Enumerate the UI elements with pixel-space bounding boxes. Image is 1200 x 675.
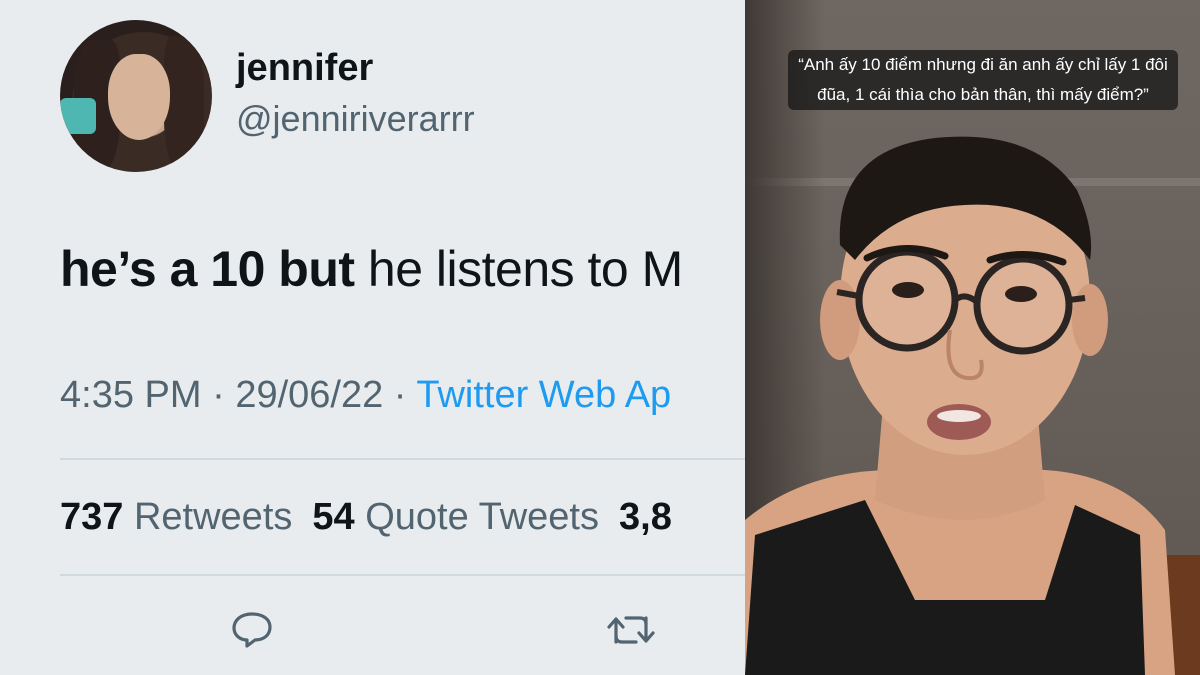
divider <box>60 458 745 460</box>
retweets-count: 737 <box>60 496 124 538</box>
display-name[interactable]: jennifer <box>236 47 373 90</box>
divider <box>60 574 745 576</box>
tweet-stats: 737 Retweets 54 Quote Tweets 3,8 <box>60 496 672 539</box>
retweets-label: Retweets <box>133 496 293 538</box>
meta-separator-2: · <box>383 374 417 416</box>
tweet-card: jennifer @jenniriverarrr he’s a 10 but h… <box>0 0 745 675</box>
tweet-time[interactable]: 4:35 PM <box>60 374 202 416</box>
tweet-meta: 4:35 PM · 29/06/22 · Twitter Web Ap <box>60 374 671 417</box>
avatar[interactable] <box>60 20 212 172</box>
quotes-stat[interactable]: 54 Quote Tweets <box>312 496 599 538</box>
tweet-text-rest: he listens to M <box>354 241 683 297</box>
quotes-count: 54 <box>312 496 355 538</box>
quotes-label: Quote Tweets <box>365 496 599 538</box>
tweet-date[interactable]: 29/06/22 <box>235 374 383 416</box>
retweets-stat[interactable]: 737 Retweets <box>60 496 292 538</box>
retweet-icon[interactable] <box>606 606 655 654</box>
likes-count[interactable]: 3,8 <box>619 496 672 538</box>
video-caption: “Anh ấy 10 điểm nhưng đi ăn anh ấy chỉ l… <box>788 50 1178 110</box>
video-frame: “Anh ấy 10 điểm nhưng đi ăn anh ấy chỉ l… <box>745 0 1200 675</box>
tweet-text-bold: he’s a 10 but <box>60 241 355 297</box>
meta-separator: · <box>201 374 236 416</box>
reply-icon[interactable] <box>228 606 276 654</box>
user-handle[interactable]: @jenniriverarrr <box>236 98 475 140</box>
tweet-source-link[interactable]: Twitter Web Ap <box>416 374 671 416</box>
tweet-text: he’s a 10 but he listens to M <box>60 240 683 298</box>
